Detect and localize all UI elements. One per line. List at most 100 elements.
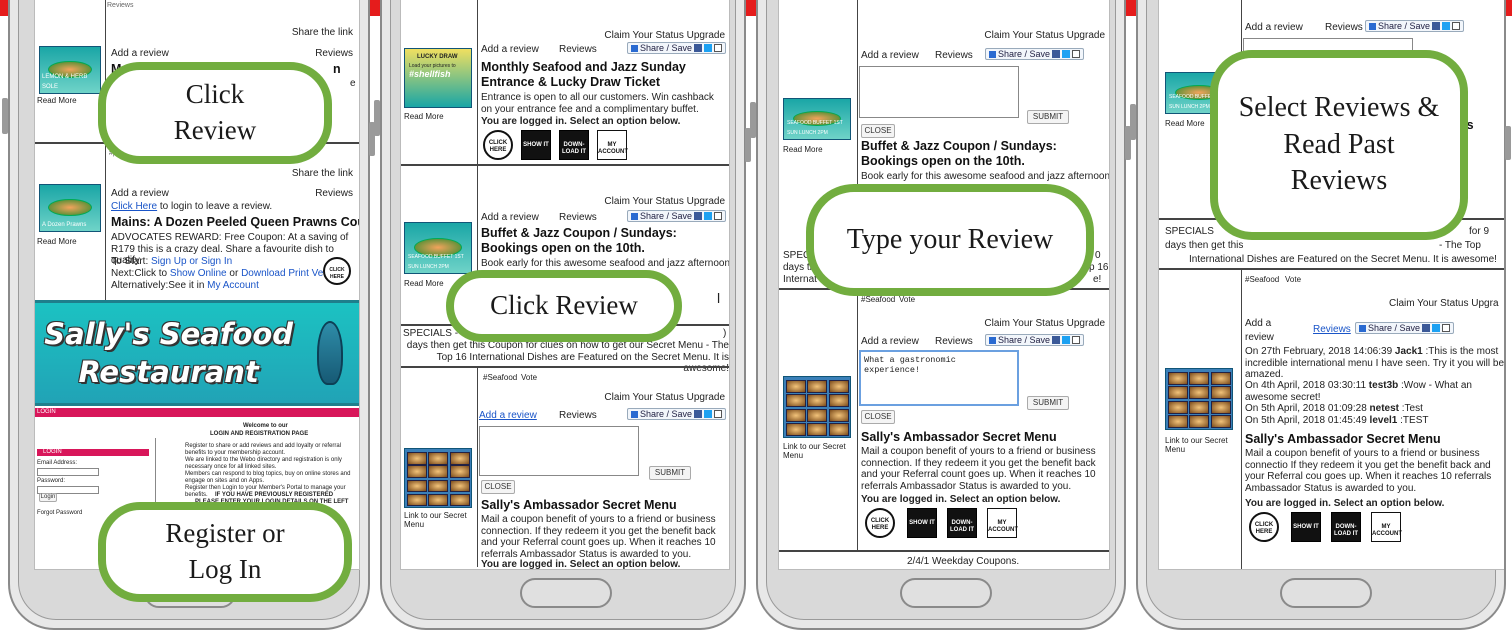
share-link-2[interactable]: Share the link: [292, 168, 353, 180]
secret-menu-thumbnail[interactable]: [404, 448, 472, 508]
claim-status-link-2[interactable]: Claim Your Status Upgrade: [984, 318, 1105, 330]
add-review-link[interactable]: Add a review: [861, 50, 919, 62]
share-save-button-3[interactable]: Share / Save: [627, 408, 727, 420]
read-more-link-2[interactable]: Read More: [37, 236, 77, 248]
callout-select-reviews: Select Reviews & Read Past Reviews: [1210, 50, 1468, 240]
download-icon[interactable]: DOWN-LOAD IT: [947, 508, 977, 538]
share-save-button[interactable]: Share / Save: [627, 42, 727, 54]
share-save-button-2[interactable]: Share / Save: [627, 210, 727, 222]
login-button[interactable]: Login: [39, 493, 57, 502]
submit-button-2[interactable]: SUBMIT: [1027, 396, 1069, 410]
forgot-password-link[interactable]: Forgot Password: [37, 510, 82, 517]
claim-status-link-3[interactable]: Claim Your Status Upgrade: [604, 392, 725, 404]
phone-side-button: [374, 100, 380, 136]
registration-bullets: Register to share or add reviews and add…: [185, 443, 351, 498]
add-review-link-2[interactable]: Add a review: [481, 212, 539, 224]
claim-status-link[interactable]: Claim Your Status Upgra: [1389, 298, 1499, 310]
download-icon[interactable]: DOWN-LOAD IT: [559, 130, 589, 160]
claim-status-link[interactable]: Claim Your Status Upgrade: [984, 30, 1105, 42]
reviews-link-2[interactable]: Reviews: [935, 336, 973, 348]
buffet-thumbnail[interactable]: SEAFOOD BUFFET 1ST SUN LUNCH 2PM: [783, 98, 851, 140]
show-it-icon[interactable]: SHOW IT: [1291, 512, 1321, 542]
reviews-link-2[interactable]: Reviews: [315, 188, 353, 200]
reviews-link[interactable]: Reviews: [935, 50, 973, 62]
read-more-link-2[interactable]: Read More: [404, 278, 444, 290]
buffet-thumbnail[interactable]: SEAFOOD BUFFET 1ST SUN LUNCH 2PM: [404, 222, 472, 274]
lucky-draw-thumbnail[interactable]: LUCKY DRAW Load your pictures to #shellf…: [404, 48, 472, 108]
submit-button[interactable]: SUBMIT: [1027, 110, 1069, 124]
vote-link[interactable]: Vote: [1285, 274, 1301, 286]
reviews-link[interactable]: Reviews: [315, 48, 353, 60]
review-label[interactable]: review: [1245, 332, 1274, 344]
logged-in-text-3: You are logged in. Select an option belo…: [481, 559, 681, 570]
add-review-link[interactable]: Add a review: [111, 48, 169, 60]
seafood-tag[interactable]: #Seafood: [483, 372, 517, 384]
item2-title: Sally's Ambassador Secret Menu: [861, 430, 1057, 444]
link-secret-menu[interactable]: Link to our Secret Menu: [783, 442, 855, 460]
email-field[interactable]: [37, 468, 99, 476]
show-it-icon[interactable]: SHOW IT: [521, 130, 551, 160]
read-more-link[interactable]: Read More: [37, 95, 77, 107]
seafood-tag[interactable]: #Seafood: [1245, 274, 1279, 286]
review-textarea-filled[interactable]: What a gastronomic experience!: [859, 350, 1019, 406]
read-more-link[interactable]: Read More: [1165, 118, 1205, 130]
logged-in-text: You are logged in. Select an option belo…: [861, 494, 1061, 505]
item1-title: Buffet & Jazz Coupon / Sundays: Bookings…: [861, 139, 1057, 168]
share-save-button[interactable]: Share / Save: [985, 48, 1085, 60]
claim-status-link[interactable]: Claim Your Status Upgrade: [604, 30, 725, 42]
my-account-link[interactable]: My Account: [207, 280, 259, 291]
close-button[interactable]: CLOSE: [861, 124, 895, 138]
read-more-link[interactable]: Read More: [783, 144, 823, 156]
link-secret-menu[interactable]: Link to our Secret Menu: [404, 511, 474, 529]
item3-description: Mail a coupon benefit of yours to a frie…: [481, 514, 716, 560]
add-review-link-2[interactable]: Add a review: [861, 336, 919, 348]
for-fragment: for 9: [1469, 226, 1490, 237]
my-account-icon[interactable]: MY ACCOUNT: [987, 508, 1018, 538]
days-fragment: days then get this: [1165, 240, 1244, 251]
home-button: [1280, 578, 1372, 608]
specials-body: days then get this Coupon for clues on h…: [406, 340, 729, 374]
my-account-icon[interactable]: MY ACCOUNT: [1371, 512, 1402, 542]
share-save-button-2[interactable]: Share / Save: [985, 334, 1085, 346]
show-online-link[interactable]: Show Online: [170, 268, 227, 279]
click-here-icon[interactable]: CLICK HERE: [1249, 512, 1279, 542]
my-account-icon[interactable]: MY ACCOUNT: [597, 130, 628, 160]
sign-up-link[interactable]: Sign Up or Sign In: [151, 256, 232, 267]
secret-menu-thumbnail[interactable]: [1165, 368, 1233, 430]
add-a-label[interactable]: Add a: [1245, 318, 1271, 330]
click-here-link[interactable]: Click Here: [111, 201, 157, 212]
click-here-badge-icon[interactable]: CLICK HERE: [323, 257, 351, 285]
add-review-link[interactable]: Add a review: [481, 44, 539, 56]
vote-link[interactable]: Vote: [521, 372, 537, 384]
submit-button[interactable]: SUBMIT: [649, 466, 691, 480]
reviews-link[interactable]: Reviews: [1325, 22, 1363, 34]
click-here-icon[interactable]: CLICK HERE: [865, 508, 895, 538]
secret-menu-thumbnail[interactable]: [783, 376, 851, 438]
close-button-2[interactable]: CLOSE: [861, 410, 895, 424]
add-review-link[interactable]: Add a review: [1245, 22, 1303, 34]
click-here-icon[interactable]: CLICK HERE: [483, 130, 513, 160]
close-button[interactable]: CLOSE: [481, 480, 515, 494]
download-icon[interactable]: DOWN-LOAD IT: [1331, 512, 1361, 542]
reviews-link-3[interactable]: Reviews: [559, 410, 597, 422]
reviews-link[interactable]: Reviews: [559, 44, 597, 56]
read-more-link[interactable]: Read More: [404, 111, 444, 123]
reviews-link-2[interactable]: Reviews: [559, 212, 597, 224]
share-link[interactable]: Share the link: [292, 27, 353, 39]
prawns-thumbnail[interactable]: A Dozen Prawns: [39, 184, 101, 232]
share-save-button[interactable]: Share / Save: [1365, 20, 1465, 32]
welcome-line-1: Welcome to our: [243, 423, 288, 429]
welcome-line-2: LOGIN AND REGISTRATION PAGE: [210, 431, 309, 437]
item-description: Mail a coupon benefit of yours to a frie…: [1245, 448, 1492, 494]
show-it-icon[interactable]: SHOW IT: [907, 508, 937, 538]
reviews-tab-link[interactable]: Reviews: [1313, 324, 1351, 336]
add-review-link-2[interactable]: Add a review: [111, 188, 169, 200]
add-review-link-3[interactable]: Add a review: [479, 410, 537, 422]
sole-thumbnail[interactable]: LEMON & HERB SOLE: [39, 46, 101, 94]
claim-status-link-2[interactable]: Claim Your Status Upgrade: [604, 196, 725, 208]
share-save-button-2[interactable]: Share / Save: [1355, 322, 1455, 334]
weekday-coupons[interactable]: 2/4/1 Weekday Coupons.: [907, 556, 1019, 568]
review-textarea[interactable]: [479, 426, 639, 476]
review-textarea[interactable]: [859, 66, 1019, 118]
link-secret-menu[interactable]: Link to our Secret Menu: [1165, 436, 1237, 454]
